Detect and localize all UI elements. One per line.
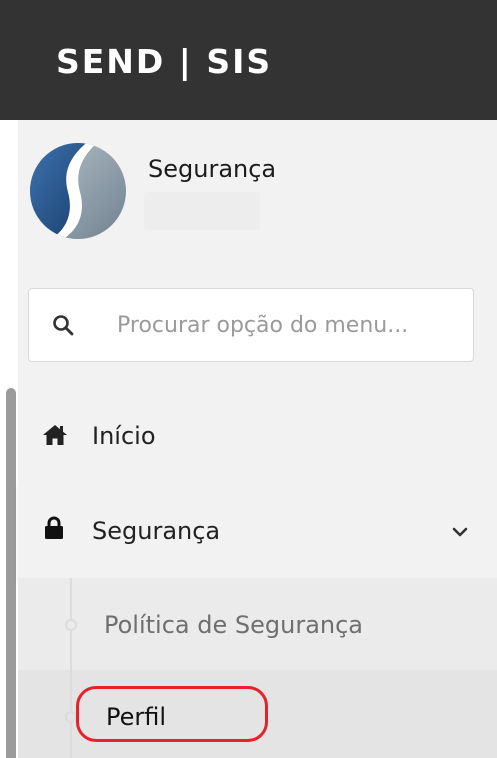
home-icon	[42, 424, 68, 450]
search-icon	[51, 313, 75, 337]
menu-item-label: Início	[92, 422, 156, 450]
company-logo-icon	[28, 140, 128, 242]
menu-item-label: Segurança	[92, 517, 221, 545]
profile-name: Segurança	[148, 155, 277, 183]
menu-item-inicio[interactable]: Início	[18, 388, 497, 483]
submenu-bullet	[65, 619, 77, 631]
profile-subtitle-placeholder	[144, 192, 260, 230]
submenu-item-politica-de-seguranca[interactable]: Política de Segurança	[104, 608, 363, 642]
chevron-down-icon[interactable]	[452, 523, 468, 542]
submenu-bullet	[65, 711, 77, 723]
menu-item-seguranca[interactable]: Segurança	[18, 483, 497, 578]
menu-search[interactable]	[28, 288, 474, 362]
search-input[interactable]	[117, 303, 463, 347]
brand-title[interactable]: SEND | SIS	[56, 38, 272, 86]
submenu-item-perfil[interactable]: Perfil	[106, 700, 166, 734]
submenu-item-perfil-row[interactable]	[18, 670, 497, 758]
sidebar-scrollbar-thumb[interactable]	[6, 388, 16, 758]
submenu-tree-line	[70, 578, 72, 758]
lock-icon	[44, 516, 64, 544]
top-header: SEND | SIS	[0, 0, 497, 120]
